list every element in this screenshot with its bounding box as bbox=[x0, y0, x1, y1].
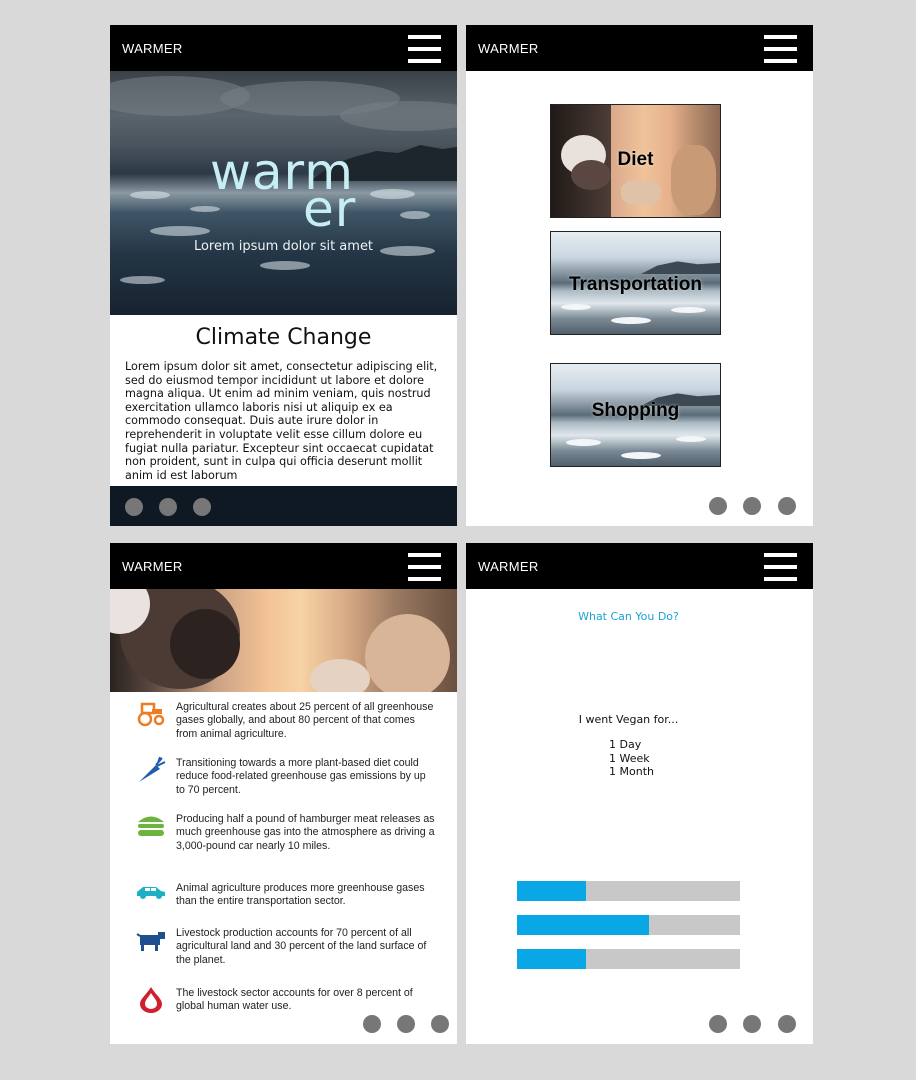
footer-bar bbox=[110, 486, 457, 526]
water-drop-icon bbox=[140, 987, 162, 1013]
logo-wordmark-line2: er bbox=[303, 180, 357, 238]
page-dot-1[interactable] bbox=[709, 1015, 727, 1033]
fact-text: The livestock sector accounts for over 8… bbox=[176, 987, 413, 1013]
hamburger-menu-icon[interactable] bbox=[764, 35, 797, 63]
top-bar: WARMER bbox=[466, 543, 813, 589]
fact-text: Animal agriculture produces more greenho… bbox=[176, 882, 425, 908]
burger-icon bbox=[138, 816, 164, 836]
top-bar: WARMER bbox=[110, 25, 457, 71]
cows-hero-image bbox=[110, 589, 457, 692]
brand-name: WARMER bbox=[478, 559, 539, 574]
panel-facts: WARMER Agricultural creates about 25 per… bbox=[110, 543, 457, 1044]
hero-image: warm er Lorem ipsum dolor sit amet bbox=[110, 71, 457, 315]
body-text: Lorem ipsum dolor sit amet, consectetur … bbox=[125, 360, 438, 482]
panel-what-can-you-do: WARMER What Can You Do? I went Vegan for… bbox=[466, 543, 813, 1044]
tractor-icon bbox=[137, 702, 165, 727]
category-card-transportation[interactable]: Transportation bbox=[550, 231, 721, 335]
brand-name: WARMER bbox=[122, 41, 183, 56]
page-dot-1[interactable] bbox=[363, 1015, 381, 1033]
page-dot-3[interactable] bbox=[193, 498, 211, 516]
category-label: Diet bbox=[617, 149, 654, 170]
page-dot-3[interactable] bbox=[778, 497, 796, 515]
option-1-week[interactable]: 1 Week bbox=[609, 752, 654, 766]
top-bar: WARMER bbox=[110, 543, 457, 589]
progress-fill bbox=[517, 881, 587, 901]
page-dot-2[interactable] bbox=[743, 1015, 761, 1033]
fact-text: Agricultural creates about 25 percent of… bbox=[176, 701, 434, 740]
car-icon bbox=[137, 887, 165, 899]
fact-text: Producing half a pound of hamburger meat… bbox=[176, 813, 435, 852]
category-card-shopping[interactable]: Shopping bbox=[550, 363, 721, 467]
hamburger-menu-icon[interactable] bbox=[764, 553, 797, 581]
category-label: Shopping bbox=[591, 400, 680, 421]
top-bar: WARMER bbox=[466, 25, 813, 71]
page-dot-3[interactable] bbox=[778, 1015, 796, 1033]
page-dot-1[interactable] bbox=[709, 497, 727, 515]
panel-categories: WARMER Diet Transportation Shopping bbox=[466, 25, 813, 526]
progress-bar-3 bbox=[517, 949, 740, 969]
hamburger-menu-icon[interactable] bbox=[408, 553, 441, 581]
carrot-icon bbox=[139, 757, 166, 782]
fact-text: Transitioning towards a more plant-based… bbox=[176, 757, 426, 796]
category-card-diet[interactable]: Diet bbox=[550, 104, 721, 218]
option-1-day[interactable]: 1 Day bbox=[609, 738, 654, 752]
page-dot-2[interactable] bbox=[159, 498, 177, 516]
cow-icon bbox=[136, 932, 165, 951]
question-text: I went Vegan for... bbox=[578, 713, 679, 726]
progress-fill bbox=[517, 915, 649, 935]
brand-name: WARMER bbox=[478, 41, 539, 56]
progress-fill bbox=[517, 949, 587, 969]
category-label: Transportation bbox=[568, 274, 702, 295]
hero-subtitle: Lorem ipsum dolor sit amet bbox=[193, 239, 374, 254]
option-1-month[interactable]: 1 Month bbox=[609, 765, 654, 779]
section-title: What Can You Do? bbox=[578, 610, 679, 623]
page-title: Climate Change bbox=[195, 325, 372, 350]
brand-name: WARMER bbox=[122, 559, 183, 574]
page-dot-1[interactable] bbox=[125, 498, 143, 516]
fact-text: Livestock production accounts for 70 per… bbox=[176, 927, 427, 966]
duration-options: 1 Day 1 Week 1 Month bbox=[609, 738, 654, 779]
page-dot-2[interactable] bbox=[743, 497, 761, 515]
progress-bar-1 bbox=[517, 881, 740, 901]
hamburger-menu-icon[interactable] bbox=[408, 35, 441, 63]
panel-climate-change: WARMER warm er Lorem ipsum dolor sit ame… bbox=[110, 25, 457, 526]
page-dot-3[interactable] bbox=[431, 1015, 449, 1033]
page-dot-2[interactable] bbox=[397, 1015, 415, 1033]
progress-bar-2 bbox=[517, 915, 740, 935]
